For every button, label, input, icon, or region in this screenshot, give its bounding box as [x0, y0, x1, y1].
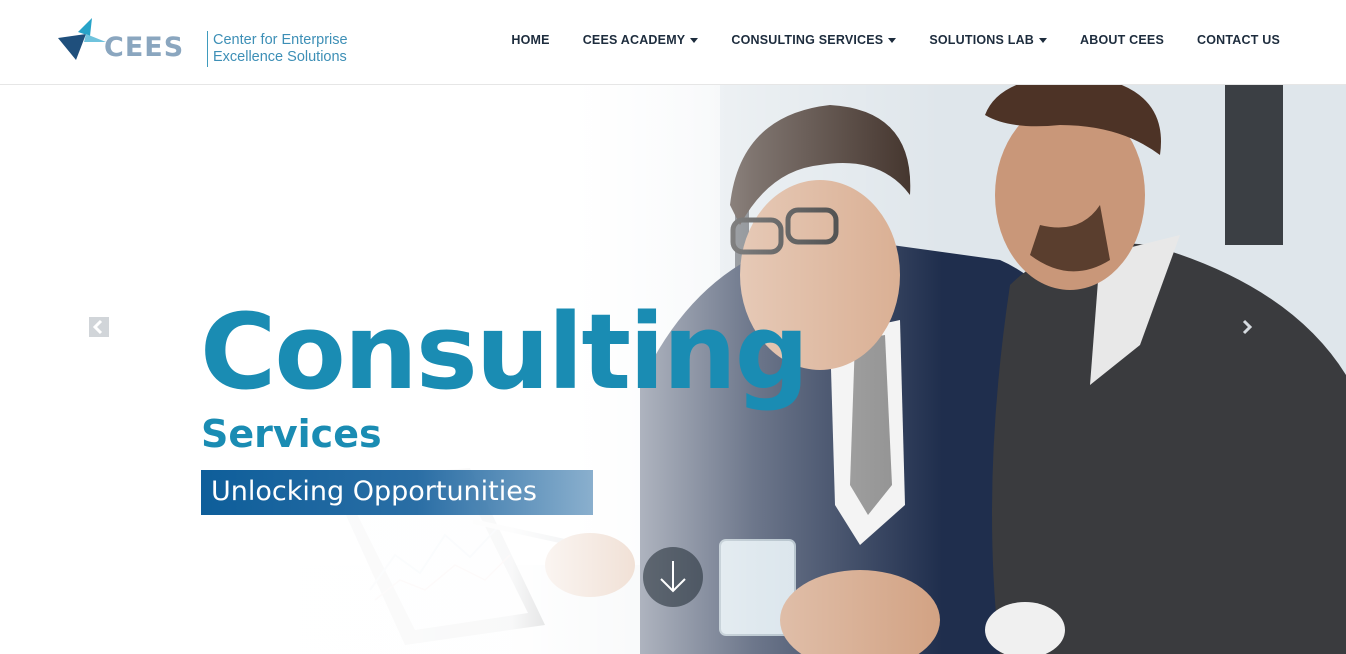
caret-down-icon — [690, 37, 699, 43]
nav-about-cees[interactable]: ABOUT CEES — [1080, 33, 1164, 47]
nav-label: CEES ACADEMY — [582, 33, 686, 47]
logo-line-1: Center for Enterprise — [213, 32, 348, 48]
chevron-left-icon — [92, 319, 103, 335]
tagline-banner: Unlocking Opportunities — [201, 470, 593, 515]
logo-wordmark: CEES — [104, 32, 185, 63]
nav-home[interactable]: HOME — [511, 33, 549, 47]
slider-next-button[interactable] — [1237, 317, 1257, 337]
logo-line-2: Excellence Solutions — [213, 49, 347, 65]
slide-subtitle: Services — [201, 412, 382, 456]
main-nav: HOME CEES ACADEMY CONSULTING SERVICES SO… — [511, 33, 1280, 47]
logo-tagline: Center for Enterprise Excellence Solutio… — [213, 32, 363, 66]
nav-solutions-lab[interactable]: SOLUTIONS LAB — [929, 33, 1048, 47]
nav-cees-academy[interactable]: CEES ACADEMY — [583, 33, 699, 47]
nav-label: CONTACT US — [1196, 33, 1280, 47]
arrow-down-icon — [660, 561, 686, 593]
nav-label: HOME — [511, 33, 550, 47]
hero-slider: Consulting Services Unlocking Opportunit… — [0, 85, 1346, 654]
caret-down-icon — [888, 37, 897, 43]
logo-divider — [207, 31, 208, 67]
nav-label: SOLUTIONS LAB — [929, 33, 1035, 47]
site-header: CEES Center for Enterprise Excellence So… — [0, 0, 1346, 85]
slide-title: Consulting — [200, 291, 809, 413]
slide-tagline: Unlocking Opportunities — [211, 476, 537, 507]
scroll-down-button[interactable] — [643, 547, 703, 607]
nav-label: ABOUT CEES — [1080, 33, 1164, 47]
slider-prev-button[interactable] — [89, 317, 109, 337]
nav-contact-us[interactable]: CONTACT US — [1197, 33, 1280, 47]
nav-label: CONSULTING SERVICES — [731, 33, 884, 47]
chevron-right-icon — [1242, 319, 1253, 335]
nav-consulting-services[interactable]: CONSULTING SERVICES — [731, 33, 897, 47]
bird-logo-icon — [58, 18, 106, 60]
cees-logo[interactable]: CEES Center for Enterprise Excellence So… — [56, 16, 356, 70]
caret-down-icon — [1039, 37, 1048, 43]
